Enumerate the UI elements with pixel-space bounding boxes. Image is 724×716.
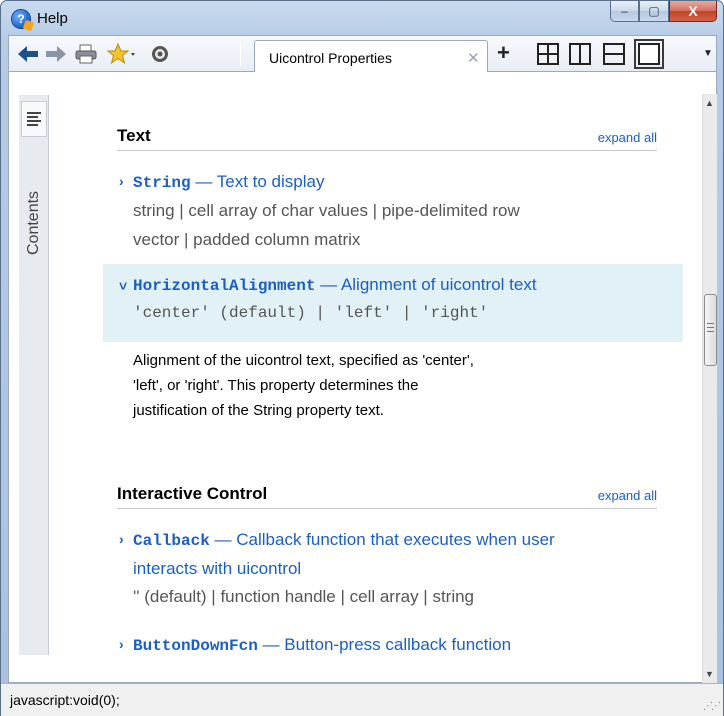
- property-summary-cont[interactable]: interacts with uicontrol: [133, 554, 301, 583]
- caption-buttons: – ▢ X: [610, 1, 717, 23]
- expand-all-link[interactable]: expand all: [598, 130, 657, 145]
- property-summary[interactable]: — Text to display: [191, 172, 324, 191]
- layout-split-vertical-button[interactable]: [569, 43, 591, 65]
- settings-button[interactable]: [149, 43, 171, 65]
- split-horizontal-icon: [605, 53, 623, 55]
- property-name[interactable]: Callback: [133, 532, 210, 550]
- section-title: Interactive Control: [117, 484, 268, 503]
- title-bar[interactable]: ? Help – ▢ X: [1, 1, 723, 35]
- maximize-icon: ▢: [648, 4, 660, 18]
- back-button[interactable]: [17, 43, 39, 65]
- property-values-cont: vector | padded column matrix: [133, 230, 361, 249]
- property-summary[interactable]: — Alignment of uicontrol text: [315, 275, 536, 294]
- section-title: Text: [117, 126, 151, 145]
- favorites-button[interactable]: [105, 43, 139, 65]
- property-name[interactable]: String: [133, 174, 191, 192]
- toolbar: Uicontrol Properties ✕ + ▼: [8, 35, 717, 73]
- help-window: ? Help – ▢ X Uicontrol Properties ✕ + ▼ …: [0, 0, 724, 716]
- favorites-icon: [107, 43, 135, 65]
- split-vertical-icon: [579, 45, 581, 63]
- minimize-button[interactable]: –: [610, 1, 639, 22]
- window-title: Help: [37, 10, 68, 27]
- section-header-interactive-control: Interactive Control expand all: [117, 482, 657, 509]
- scroll-up-icon[interactable]: ▲: [705, 98, 714, 108]
- description-line: 'left', or 'right'. This property determ…: [133, 377, 419, 394]
- resize-grip-icon[interactable]: ⋰⋰: [703, 701, 721, 712]
- section-header-text: Text expand all: [117, 124, 657, 151]
- doc-content: Contents Text expand all › String — Text…: [9, 72, 699, 683]
- status-bar: javascript:void(0); ⋰⋰: [1, 683, 723, 716]
- chevron-right-icon: ›: [119, 173, 124, 189]
- chevron-right-icon: ›: [119, 531, 124, 547]
- property-values: string | cell array of char values | pip…: [133, 201, 520, 220]
- layout-single-button[interactable]: [634, 39, 664, 69]
- property-description: Alignment of the uicontrol text, specifi…: [133, 348, 653, 423]
- grip-icon: [707, 323, 714, 332]
- new-tab-button[interactable]: +: [497, 41, 510, 65]
- property-values: 'center' (default) | 'left' | 'right': [133, 304, 489, 322]
- vertical-scrollbar[interactable]: ▲ ▼: [702, 94, 717, 683]
- contents-sidebar-toggle[interactable]: Contents: [19, 95, 49, 655]
- layout-split-horizontal-button[interactable]: [603, 43, 625, 65]
- help-content-frame: Contents Text expand all › String — Text…: [8, 72, 717, 683]
- contents-toggle-button[interactable]: [21, 101, 47, 137]
- forward-button[interactable]: [45, 43, 67, 65]
- gear-icon: [152, 46, 168, 62]
- property-name[interactable]: ButtonDownFcn: [133, 637, 258, 655]
- toolbar-overflow-button[interactable]: ▼: [703, 48, 713, 59]
- list-icon: [27, 112, 41, 126]
- chevron-down-icon: ˅: [119, 278, 128, 294]
- property-values: '' (default) | function handle | cell ar…: [133, 587, 475, 606]
- tab-uicontrol-properties[interactable]: Uicontrol Properties ✕: [254, 40, 488, 73]
- toolbar-separator: [240, 42, 241, 66]
- tab-close-icon[interactable]: ✕: [467, 49, 480, 67]
- description-line: justification of the String property tex…: [133, 402, 384, 419]
- property-summary[interactable]: — Callback function that executes when u…: [210, 530, 555, 549]
- description-line: Alignment of the uicontrol text, specifi…: [133, 352, 474, 369]
- contents-label: Contents: [25, 190, 42, 255]
- forward-icon: [46, 46, 66, 62]
- help-app-icon: ?: [12, 10, 30, 28]
- property-buttondownfcn[interactable]: › ButtonDownFcn — Button-press callback …: [113, 630, 693, 670]
- grid-layout-icon: [539, 45, 557, 63]
- close-icon: X: [688, 3, 698, 19]
- tab-label: Uicontrol Properties: [269, 50, 392, 66]
- scrollbar-thumb[interactable]: [704, 294, 717, 366]
- expand-all-link[interactable]: expand all: [598, 488, 657, 503]
- print-button[interactable]: [73, 43, 99, 65]
- property-summary[interactable]: — Button-press callback function: [258, 635, 512, 654]
- maximize-button[interactable]: ▢: [639, 1, 669, 22]
- property-name[interactable]: HorizontalAlignment: [133, 277, 315, 295]
- layout-grid-button[interactable]: [537, 43, 559, 65]
- property-string[interactable]: › String — Text to display string | cell…: [113, 167, 693, 257]
- chevron-down-icon: ▼: [703, 48, 713, 59]
- chevron-right-icon: ›: [119, 636, 124, 652]
- property-callback[interactable]: › Callback — Callback function that exec…: [113, 525, 693, 615]
- scroll-down-icon[interactable]: ▼: [705, 669, 714, 679]
- print-icon: [75, 44, 97, 64]
- minimize-icon: –: [621, 4, 628, 18]
- property-horizontalalignment[interactable]: ˅ HorizontalAlignment — Alignment of uic…: [103, 264, 683, 342]
- close-button[interactable]: X: [669, 1, 717, 22]
- status-text: javascript:void(0);: [10, 692, 120, 708]
- back-icon: [18, 46, 38, 62]
